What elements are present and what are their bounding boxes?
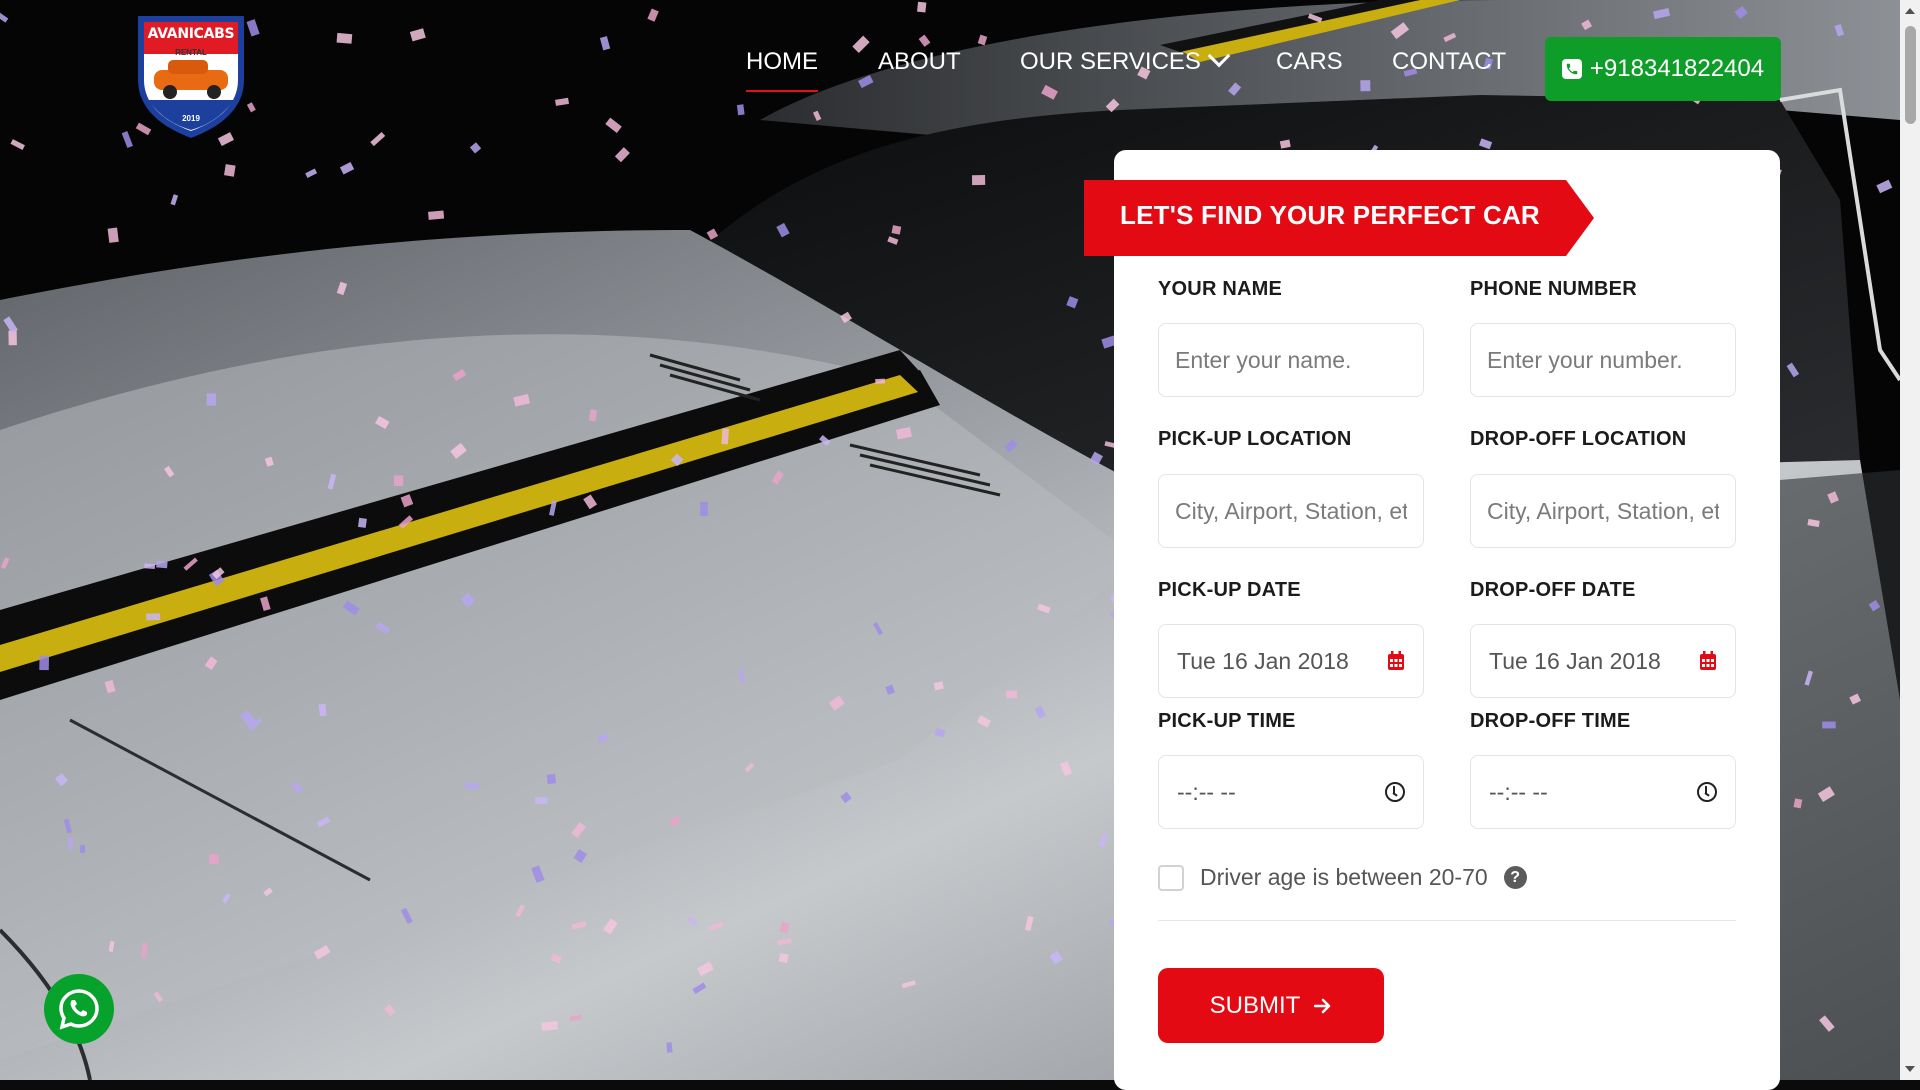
pickup-time-value: --:-- -- (1177, 778, 1236, 805)
clock-icon[interactable] (1385, 782, 1405, 802)
pickup-time-field[interactable]: --:-- -- (1158, 755, 1424, 829)
whatsapp-icon (59, 989, 99, 1030)
pickup-location-label: PICK-UP LOCATION (1158, 428, 1352, 450)
nav-about[interactable]: ABOUT (878, 48, 961, 76)
nav-our-services-label: OUR SERVICES (1020, 48, 1201, 75)
page-scrollbar[interactable] (1900, 0, 1920, 1080)
submit-label: SUBMIT (1209, 991, 1301, 1019)
nav-contact[interactable]: CONTACT (1392, 48, 1506, 76)
scroll-up-arrow[interactable] (1905, 8, 1915, 14)
logo-year: 2019 (182, 114, 200, 123)
help-icon[interactable]: ? (1503, 866, 1527, 889)
dropoff-date-label: DROP-OFF DATE (1470, 579, 1636, 601)
driver-age-row: Driver age is between 20-70 ? (1158, 864, 1527, 891)
driver-age-checkbox[interactable] (1158, 864, 1184, 891)
pickup-date-field[interactable]: Tue 16 Jan 2018 (1158, 624, 1424, 698)
calendar-icon[interactable] (1699, 651, 1717, 671)
dropoff-location-input[interactable] (1470, 474, 1736, 548)
phone-icon (1561, 59, 1582, 79)
form-title: LET'S FIND YOUR PERFECT CAR (1120, 200, 1540, 230)
submit-button[interactable]: SUBMIT (1158, 968, 1384, 1043)
scroll-down-arrow[interactable] (1905, 1066, 1915, 1072)
dropoff-time-label: DROP-OFF TIME (1470, 710, 1631, 732)
logo-tagline: RENTAL (175, 48, 207, 57)
nav-our-services[interactable]: OUR SERVICES (1020, 44, 1231, 76)
logo-wordmark: AVANICABS (147, 26, 235, 42)
pickup-location-input[interactable] (1158, 474, 1424, 548)
pickup-date-value: Tue 16 Jan 2018 (1177, 647, 1349, 674)
phone-number: +918341822404 (1589, 55, 1765, 82)
name-label: YOUR NAME (1158, 278, 1283, 300)
pickup-date-label: PICK-UP DATE (1158, 579, 1301, 601)
dropoff-location-label: DROP-OFF LOCATION (1470, 428, 1687, 450)
pickup-time-label: PICK-UP TIME (1158, 710, 1296, 732)
calendar-icon[interactable] (1387, 651, 1405, 671)
name-input[interactable] (1158, 323, 1424, 397)
driver-age-label: Driver age is between 20-70 (1200, 864, 1488, 890)
arrow-right-icon (1314, 998, 1331, 1013)
clock-icon[interactable] (1697, 782, 1717, 802)
chevron-down-icon (1207, 44, 1231, 68)
dropoff-time-value: --:-- -- (1489, 778, 1548, 805)
brand-logo[interactable]: AVANICABS RENTAL 2019 (128, 10, 254, 140)
phone-input[interactable] (1470, 323, 1736, 397)
nav-cars[interactable]: CARS (1276, 48, 1343, 76)
scroll-thumb[interactable] (1905, 26, 1916, 124)
phone-call-button[interactable]: +918341822404 (1545, 37, 1781, 101)
dropoff-date-field[interactable]: Tue 16 Jan 2018 (1470, 624, 1736, 698)
dropoff-time-field[interactable]: --:-- -- (1470, 755, 1736, 829)
whatsapp-button[interactable] (44, 974, 114, 1044)
nav-home[interactable]: HOME (746, 48, 818, 92)
form-divider (1158, 920, 1736, 921)
phone-label: PHONE NUMBER (1470, 278, 1637, 300)
dropoff-date-value: Tue 16 Jan 2018 (1489, 647, 1661, 674)
